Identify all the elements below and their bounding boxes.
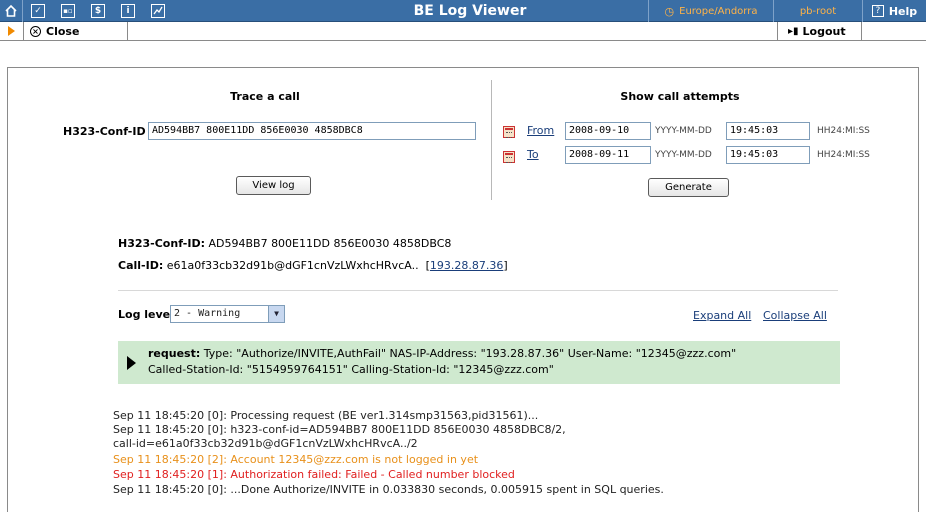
timezone-link[interactable]: ◷ Europe/Andorra [649, 0, 773, 22]
separator [118, 290, 838, 291]
ip-bracket-close: ] [503, 259, 508, 272]
request-box[interactable]: request: Type: "Authorize/INVITE,AuthFai… [118, 341, 840, 384]
to-date-format: YYYY-MM-DD [655, 150, 712, 160]
attempts-title: Show call attempts [620, 90, 740, 103]
log-line: Sep 11 18:45:20 [2]: Account 12345@zzz.c… [113, 453, 479, 466]
expand-all-link[interactable]: Expand All [693, 309, 751, 322]
request-line-1: request: Type: "Authorize/INVITE,AuthFai… [148, 347, 736, 360]
help-icon: ? [871, 5, 884, 17]
from-link[interactable]: From [527, 124, 554, 137]
to-date-input[interactable]: 2008-09-11 [565, 146, 651, 164]
clock-icon: ◷ [664, 4, 675, 18]
request-line-1-text: Type: "Authorize/INVITE,AuthFail" NAS-IP… [203, 347, 737, 360]
to-link[interactable]: To [527, 148, 539, 161]
timezone-label: Europe/Andorra [679, 5, 758, 17]
request-line-2: Called-Station-Id: "5154959764151" Calli… [148, 363, 554, 376]
close-button[interactable]: × Close [30, 22, 79, 41]
call-conf-id: H323-Conf-ID: AD594BB7 800E11DD 856E0030… [118, 237, 451, 250]
log-line: Sep 11 18:45:20 [0]: ...Done Authorize/I… [113, 483, 664, 496]
chevron-down-icon[interactable]: ▼ [268, 306, 284, 322]
log-level-value: 2 - Warning [174, 308, 241, 319]
generate-button[interactable]: Generate [648, 178, 729, 197]
top-bar: ✓ ▪▫ $ i BE Log Viewer ◷ Europe/Andorra … [0, 0, 926, 22]
close-label: Close [46, 25, 80, 38]
logout-label: Logout [802, 25, 846, 38]
logout-icon: ▸▮ [788, 26, 799, 37]
chart-icon[interactable] [143, 0, 173, 22]
page-title: BE Log Viewer [413, 3, 527, 19]
close-icon: × [30, 26, 41, 37]
from-time-format: HH24:MI:SS [817, 126, 870, 136]
call-id-value: e61a0f33cb32d91b@dGF1cnVzLWxhcHRvcA.. [166, 259, 419, 272]
checkbox-icon[interactable]: ✓ [23, 0, 53, 22]
home-icon[interactable] [0, 0, 22, 22]
to-time-input[interactable]: 19:45:03 [726, 146, 810, 164]
from-date-format: YYYY-MM-DD [655, 126, 712, 136]
section-divider [491, 80, 492, 200]
from-date-input[interactable]: 2008-09-10 [565, 122, 651, 140]
from-time-input[interactable]: 19:45:03 [726, 122, 810, 140]
trace-title: Trace a call [230, 90, 300, 103]
dollar-icon[interactable]: $ [83, 0, 113, 22]
action-toolbar: × Close ▸▮ Logout [0, 22, 926, 41]
conf-id-label: H323-Conf-ID [63, 125, 146, 138]
call-id: Call-ID: e61a0f33cb32d91b@dGF1cnVzLWxhcH… [118, 259, 508, 272]
user-link[interactable]: pb-root [774, 0, 862, 22]
log-line: call-id=e61a0f33cb32d91b@dGF1cnVzLWxhcHR… [113, 437, 418, 450]
call-conf-id-label: H323-Conf-ID: [118, 237, 205, 250]
calendar-icon[interactable] [503, 151, 515, 163]
conf-id-input[interactable]: AD594BB7 800E11DD 856E0030 4858DBC8 [148, 122, 476, 140]
logout-button[interactable]: ▸▮ Logout [788, 22, 846, 41]
log-line: Sep 11 18:45:20 [0]: h323-conf-id=AD594B… [113, 423, 566, 436]
collapse-all-link[interactable]: Collapse All [763, 309, 827, 322]
help-button[interactable]: ? Help [863, 0, 926, 22]
call-id-label: Call-ID: [118, 259, 164, 272]
play-arrow-icon [8, 26, 15, 36]
view-log-button[interactable]: View log [236, 176, 311, 195]
info-icon[interactable]: i [113, 0, 143, 22]
help-label: Help [888, 4, 918, 18]
expand-arrow-icon[interactable] [127, 356, 136, 370]
to-time-format: HH24:MI:SS [817, 150, 870, 160]
log-line: Sep 11 18:45:20 [1]: Authorization faile… [113, 468, 515, 481]
request-label: request: [148, 347, 201, 360]
calendar-icon[interactable] [503, 126, 515, 138]
grid-icon[interactable]: ▪▫ [53, 0, 83, 22]
log-line: Sep 11 18:45:20 [0]: Processing request … [113, 409, 539, 422]
log-level-select[interactable]: 2 - Warning ▼ [170, 305, 285, 323]
call-conf-id-value: AD594BB7 800E11DD 856E0030 4858DBC8 [208, 237, 452, 250]
ip-link[interactable]: 193.28.87.36 [430, 259, 503, 272]
